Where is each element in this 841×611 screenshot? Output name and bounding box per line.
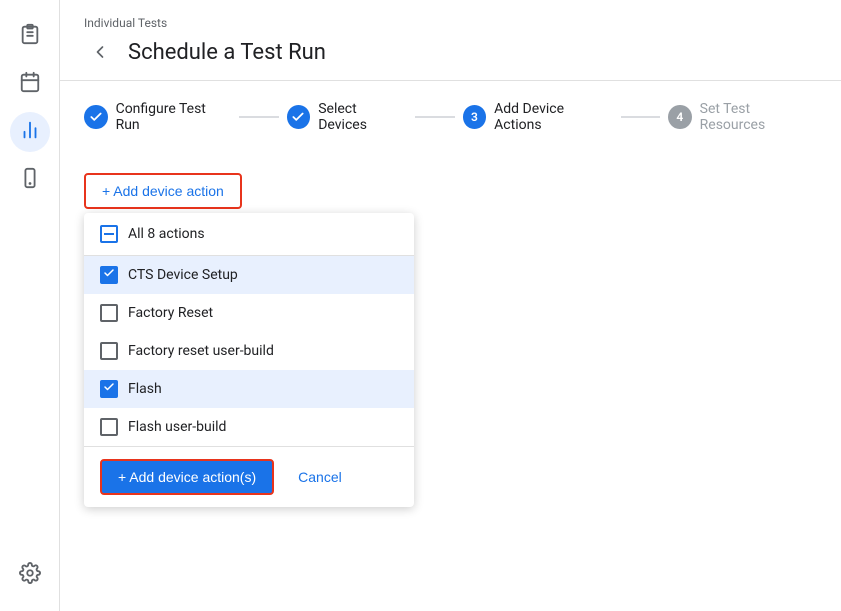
step-4-number: 4 bbox=[676, 110, 683, 124]
connector-1 bbox=[239, 116, 278, 118]
step-1-label: Configure Test Run bbox=[116, 101, 232, 133]
indeterminate-mark bbox=[104, 233, 114, 235]
add-actions-button[interactable]: + Add device action(s) bbox=[100, 459, 274, 495]
page-title: Schedule a Test Run bbox=[128, 40, 326, 65]
step-set-resources: 4 Set Test Resources bbox=[668, 101, 817, 133]
dropdown-footer: + Add device action(s) Cancel bbox=[84, 446, 414, 507]
step-3-circle: 3 bbox=[463, 105, 487, 129]
factory-reset-user-label: Factory reset user-build bbox=[128, 343, 274, 359]
list-item-factory-reset[interactable]: Factory Reset bbox=[84, 294, 414, 332]
step-select-devices: Select Devices bbox=[287, 101, 408, 133]
clipboard-icon bbox=[19, 23, 41, 50]
flash-label: Flash bbox=[128, 381, 162, 397]
step-1-circle bbox=[84, 105, 108, 129]
factory-reset-label: Factory Reset bbox=[128, 305, 213, 321]
step-3-number: 3 bbox=[471, 110, 478, 124]
list-item-cts[interactable]: CTS Device Setup bbox=[84, 256, 414, 294]
sidebar-item-calendar[interactable] bbox=[10, 64, 50, 104]
calendar-icon bbox=[19, 71, 41, 98]
step-4-label: Set Test Resources bbox=[700, 101, 817, 133]
all-actions-label: All 8 actions bbox=[128, 226, 205, 242]
dropdown-header[interactable]: All 8 actions bbox=[84, 213, 414, 256]
dropdown-panel: All 8 actions CTS Device Setup bbox=[84, 213, 414, 507]
step-3-label: Add Device Actions bbox=[494, 101, 613, 133]
step-add-device-actions: 3 Add Device Actions bbox=[463, 101, 613, 133]
factory-reset-user-checkbox[interactable] bbox=[100, 342, 118, 360]
list-item-factory-reset-user[interactable]: Factory reset user-build bbox=[84, 332, 414, 370]
flash-user-label: Flash user-build bbox=[128, 419, 226, 435]
sidebar-item-chart[interactable] bbox=[10, 112, 50, 152]
cts-checkmark bbox=[103, 267, 115, 283]
stepper: Configure Test Run Select Devices 3 Add … bbox=[60, 81, 841, 153]
sidebar-item-phone[interactable] bbox=[10, 160, 50, 200]
step-2-label: Select Devices bbox=[318, 101, 407, 133]
flash-checkbox[interactable] bbox=[100, 380, 118, 398]
content-area: + Add device action All 8 actions bbox=[60, 153, 841, 611]
main-content: Individual Tests Schedule a Test Run Con… bbox=[60, 0, 841, 611]
list-item-flash[interactable]: Flash bbox=[84, 370, 414, 408]
step-4-circle: 4 bbox=[668, 105, 692, 129]
factory-reset-checkbox[interactable] bbox=[100, 304, 118, 322]
connector-2 bbox=[415, 116, 454, 118]
add-device-action-button[interactable]: + Add device action bbox=[84, 173, 242, 209]
flash-checkmark bbox=[103, 381, 115, 397]
connector-3 bbox=[621, 116, 660, 118]
all-actions-checkbox[interactable] bbox=[100, 225, 118, 243]
phone-icon bbox=[19, 167, 41, 194]
settings-icon bbox=[19, 562, 41, 589]
header: Individual Tests Schedule a Test Run bbox=[60, 0, 841, 81]
cancel-button[interactable]: Cancel bbox=[286, 461, 354, 493]
step-configure: Configure Test Run bbox=[84, 101, 231, 133]
back-button[interactable] bbox=[84, 36, 116, 68]
chart-icon bbox=[19, 119, 41, 146]
breadcrumb: Individual Tests bbox=[84, 16, 817, 30]
sidebar bbox=[0, 0, 60, 611]
sidebar-item-settings[interactable] bbox=[10, 555, 50, 595]
flash-user-checkbox[interactable] bbox=[100, 418, 118, 436]
list-item-flash-user[interactable]: Flash user-build bbox=[84, 408, 414, 446]
step-2-circle bbox=[287, 105, 311, 129]
sidebar-item-clipboard[interactable] bbox=[10, 16, 50, 56]
dropdown-list: CTS Device Setup Factory Reset Factory r… bbox=[84, 256, 414, 446]
cts-label: CTS Device Setup bbox=[128, 267, 238, 283]
cts-checkbox[interactable] bbox=[100, 266, 118, 284]
